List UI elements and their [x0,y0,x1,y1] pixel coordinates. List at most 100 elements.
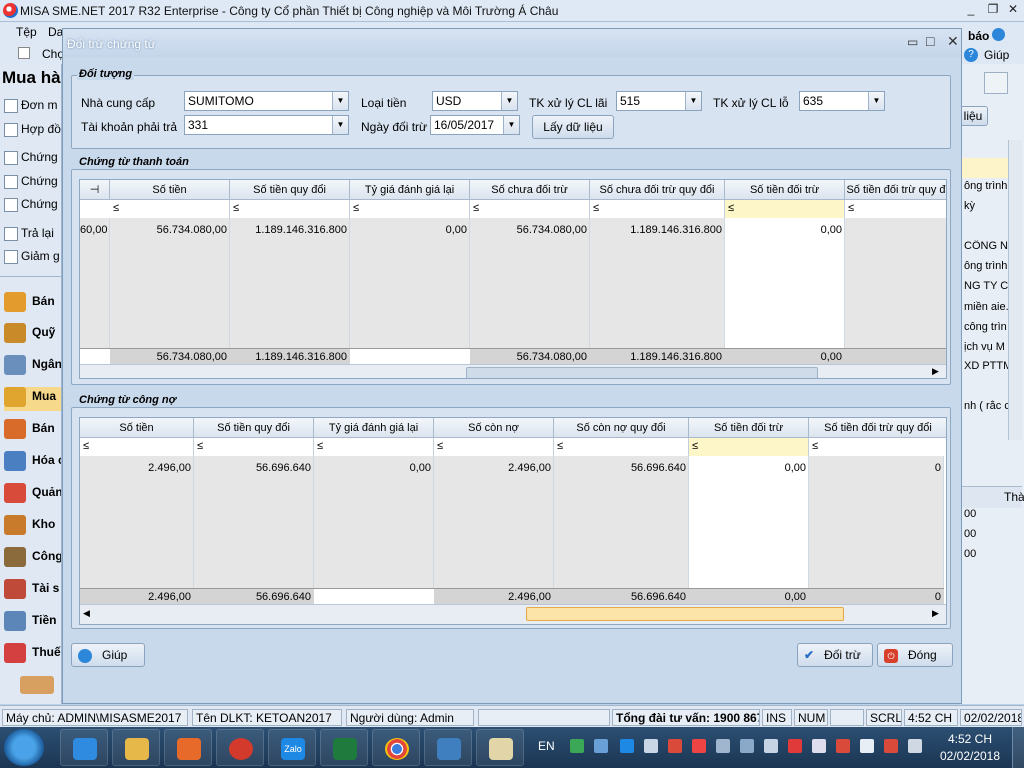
column-header-unoffset-converted[interactable]: Số chưa đối trừ quy đổi [590,180,725,200]
dialog-restore-icon[interactable]: □ [926,33,934,49]
horizontal-scrollbar[interactable]: ◀ ▶ [80,604,946,624]
column-header-amount[interactable]: Số tiền [110,180,230,200]
table-cell[interactable]: 0,00 [350,220,470,240]
ie-taskbar-button[interactable] [60,729,108,766]
column-header-revalue-rate[interactable]: Tỷ giá đánh giá lại [350,180,470,200]
column-header[interactable]: ⊣ [80,180,110,200]
filter-cell[interactable]: ≤ [350,200,470,218]
sidebar-item-voucher-3[interactable]: Chứng [4,197,61,217]
remote-taskbar-button[interactable] [424,729,472,766]
payment-grid[interactable]: ⊣ Số tiền Số tiền quy đổi Tỷ giá đánh gi… [79,179,947,379]
filter-cell[interactable]: ≤ [845,200,946,218]
table-row[interactable]: 00 [962,508,1012,528]
filter-cell[interactable]: ≤ [194,438,314,456]
filter-cell[interactable]: ≤ [470,200,590,218]
chevron-down-icon[interactable]: ▼ [503,116,519,134]
help-button[interactable]: Giúp [71,643,145,667]
list-item[interactable]: miền aie. [962,301,1012,321]
list-item[interactable]: ịch vụ M [962,341,1012,361]
module-salary[interactable]: Tiền [4,611,61,635]
table-cell[interactable]: 2.496,00 [80,458,194,478]
close-button[interactable]: ⏻ Đóng [877,643,953,667]
horizontal-scrollbar[interactable]: ▶ [80,364,946,378]
globe-icon[interactable] [992,28,1005,41]
column-header-revalue-rate[interactable]: Tỷ giá đánh giá lại [314,418,434,438]
tray-icon[interactable] [740,739,754,753]
clock-time[interactable]: 4:52 CH [940,732,1000,746]
tray-icon[interactable] [788,739,802,753]
list-item[interactable]: nh ( rắc c [962,400,1012,420]
sidebar-item-order[interactable]: Đơn m [4,98,61,118]
table-cell[interactable]: 56.734.080,00 [110,220,230,240]
volume-icon[interactable] [908,739,922,753]
tray-icon[interactable] [692,739,706,753]
filter-cell[interactable]: ≤ [314,438,434,456]
help-icon[interactable]: ? [964,48,978,62]
filter-cell[interactable]: ≤ [434,438,554,456]
help-menu[interactable]: Giúp [984,48,1009,62]
list-item[interactable]: ông trình [962,180,1012,200]
module-tools[interactable]: Công [4,547,61,571]
paint-taskbar-button[interactable] [476,729,524,766]
chevron-down-icon[interactable]: ▼ [501,92,517,110]
list-item[interactable]: NG TY C [962,280,1012,300]
table-row[interactable]: 00 [962,548,1012,568]
table-cell[interactable]: 60,00 [80,220,110,240]
module-manage[interactable]: Quản [4,483,61,507]
tray-icon[interactable] [860,739,874,753]
tray-icon[interactable] [884,739,898,753]
debt-grid[interactable]: Số tiền Số tiền quy đổi Tỷ giá đánh giá … [79,417,947,625]
tray-icon[interactable] [764,739,778,753]
loss-account-combo[interactable]: 635 ▼ [799,91,885,111]
chevron-down-icon[interactable]: ▼ [332,92,348,110]
restore-icon[interactable]: ❐ [984,2,1002,18]
column-header-remaining[interactable]: Số còn nợ [434,418,554,438]
dialog-minimize-icon[interactable]: ▭ [907,35,918,49]
chevron-down-icon[interactable]: ▼ [685,92,701,110]
table-cell[interactable]: 56.696.640 [554,458,689,478]
table-cell[interactable]: 0 [809,458,944,478]
column-header-amount-converted[interactable]: Số tiền quy đổi [194,418,314,438]
filter-cell[interactable]: ≤ [80,438,194,456]
tray-icon[interactable] [668,739,682,753]
data-button[interactable]: liệu [962,106,988,126]
offset-date-picker[interactable]: 16/05/2017 ▼ [430,115,520,135]
excel-taskbar-button[interactable] [320,729,368,766]
column-header-offset-amount[interactable]: Số tiền đối trừ [689,418,809,438]
dialog-close-icon[interactable]: ✕ [947,33,959,50]
more-modules-icon[interactable] [20,676,54,694]
list-item[interactable]: CÔNG N [962,240,1012,260]
scroll-left-icon[interactable]: ◀ [83,608,90,619]
column-header[interactable]: Thà [962,486,1024,508]
tray-icon[interactable] [570,739,584,753]
column-header-offset-amount[interactable]: Số tiền đối trừ [725,180,845,200]
table-row[interactable]: 00 [962,528,1012,548]
table-cell[interactable]: 1.189.146.316.800 [590,220,725,240]
filter-cell[interactable]: ≤ [725,200,845,218]
filter-cell[interactable]: ≤ [110,200,230,218]
chrome-taskbar-button[interactable] [372,729,420,766]
module-tax[interactable]: Thuế [4,643,61,667]
currency-combo[interactable]: USD ▼ [432,91,518,111]
menu-choose[interactable]: Chọ [42,47,64,61]
list-item[interactable]: ông trình [962,260,1012,280]
list-item[interactable]: kỳ [962,200,1012,220]
offset-amount-input[interactable]: 0,00 [689,458,809,478]
show-desktop-button[interactable] [1012,727,1024,768]
table-cell[interactable]: 1.189.146.316.800 [230,220,350,240]
column-header-remaining-converted[interactable]: Số còn nợ quy đổi [554,418,689,438]
module-invoice[interactable]: Hóa c [4,451,61,475]
table-cell[interactable]: 56.734.080,00 [470,220,590,240]
scroll-right-icon[interactable]: ▶ [932,608,939,619]
list-item[interactable]: công trìn [962,321,1012,341]
close-icon[interactable]: ✕ [1004,2,1022,18]
module-cash[interactable]: Quỹ [4,323,61,347]
zalo-taskbar-button[interactable]: Zalo [268,729,316,766]
module-stock[interactable]: Kho [4,515,61,539]
module-purchase[interactable]: Mua [4,387,61,411]
offset-amount-input[interactable]: 0,00 [725,220,845,240]
chevron-down-icon[interactable]: ▼ [868,92,884,110]
table-cell[interactable]: 56.696.640 [194,458,314,478]
sidebar-item-return[interactable]: Trả lại [4,226,61,246]
table-cell[interactable]: 0,00 [314,458,434,478]
